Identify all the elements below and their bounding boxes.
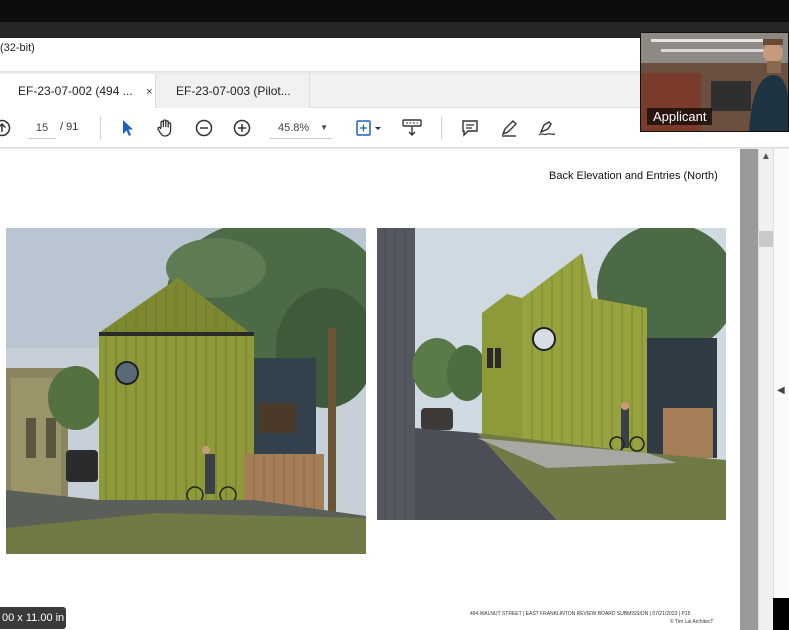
vertical-scrollbar[interactable]: ▲ (758, 149, 773, 630)
webcam-video-tile: Applicant (640, 32, 789, 132)
os-top-bar (0, 0, 789, 22)
zoom-in-icon[interactable] (230, 116, 254, 140)
select-arrow-icon[interactable] (115, 116, 139, 140)
scroll-mode-icon[interactable] (400, 116, 424, 140)
rendering-north-elevation-left (6, 228, 366, 554)
scroll-up-arrow-icon[interactable]: ▲ (761, 151, 771, 162)
toolbar-divider (100, 116, 101, 140)
zoom-value: 45.8% (278, 121, 310, 134)
tab-document-2[interactable]: EF-23-07-003 (Pilot... (158, 74, 310, 108)
page-total: / 91 (60, 121, 79, 133)
corner-block (773, 598, 789, 630)
tab-close-button[interactable]: × (146, 86, 152, 98)
comment-icon[interactable] (458, 116, 482, 140)
zoom-level-select[interactable]: 45.8% ▼ (270, 117, 332, 139)
expand-panel-icon[interactable]: ◀ (777, 385, 785, 396)
viewer-gutter (740, 149, 758, 630)
page-heading: Back Elevation and Entries (North) (549, 170, 718, 182)
scrollbar-thumb[interactable] (759, 231, 773, 247)
document-footer: 494 WALNUT STREET | EAST FRANKLINTON REV… (470, 611, 691, 617)
page-size-badge: 00 x 11.00 in (0, 607, 66, 629)
toolbar-divider (441, 116, 442, 140)
rendering-north-elevation-right (377, 228, 726, 520)
tab-document-1[interactable]: EF-23-07-002 (494 ... × (0, 74, 156, 108)
document-credit: © Tim Lai ArchitecT (670, 619, 714, 625)
tab-label: EF-23-07-002 (494 ... (18, 84, 133, 98)
scroll-up-icon[interactable] (0, 116, 14, 140)
right-panel-rail: ◀ (773, 149, 789, 630)
fit-page-icon[interactable] (352, 116, 384, 140)
hand-icon[interactable] (153, 116, 177, 140)
window-title: (32-bit) (0, 42, 35, 54)
page-number-input[interactable] (28, 117, 56, 139)
tab-label: EF-23-07-003 (Pilot... (176, 84, 291, 98)
sign-icon[interactable] (535, 116, 559, 140)
highlight-pen-icon[interactable] (497, 116, 521, 140)
zoom-dropdown-icon: ▼ (320, 123, 328, 132)
webcam-name-label: Applicant (647, 108, 713, 125)
app-root: (32-bit) EF-23-07-002 (494 ... × EF-23-0… (0, 0, 789, 630)
zoom-out-icon[interactable] (192, 116, 216, 140)
